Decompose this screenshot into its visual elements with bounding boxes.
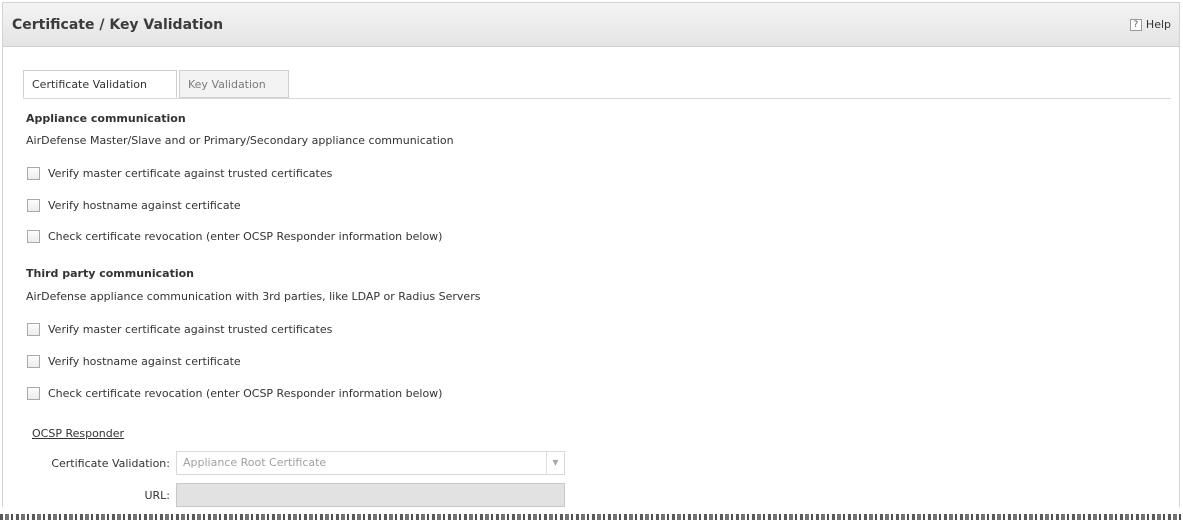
appliance-verify-hostname-checkbox[interactable] [27, 199, 40, 212]
tab-key-validation[interactable]: Key Validation [179, 70, 289, 98]
third-party-check-revocation-option[interactable]: Check certificate revocation (enter OCSP… [27, 387, 442, 400]
third-party-verify-master-checkbox[interactable] [27, 323, 40, 336]
appliance-check-revocation-label: Check certificate revocation (enter OCSP… [48, 230, 443, 243]
appliance-verify-master-label: Verify master certificate against truste… [48, 167, 333, 180]
certificate-validation-label: Certificate Validation: [51, 457, 170, 470]
url-label: URL: [144, 489, 170, 502]
third-party-check-revocation-label: Check certificate revocation (enter OCSP… [48, 387, 443, 400]
appliance-check-revocation-checkbox[interactable] [27, 230, 40, 243]
help-icon: ? [1129, 18, 1142, 31]
third-party-check-revocation-checkbox[interactable] [27, 387, 40, 400]
ocsp-responder-link[interactable]: OCSP Responder [32, 427, 124, 440]
url-input[interactable] [176, 483, 565, 507]
third-party-verify-hostname-label: Verify hostname against certificate [48, 355, 241, 368]
help-label: Help [1145, 18, 1171, 31]
tab-certificate-validation[interactable]: Certificate Validation [23, 70, 177, 98]
clipped-content-strip [0, 510, 1183, 521]
third-party-verify-master-option[interactable]: Verify master certificate against truste… [27, 323, 332, 336]
third-party-verify-hostname-option[interactable]: Verify hostname against certificate [27, 355, 241, 368]
chevron-down-icon[interactable]: ▼ [546, 452, 564, 474]
page-title: Certificate / Key Validation [12, 16, 224, 33]
appliance-section-description: AirDefense Master/Slave and or Primary/S… [26, 134, 454, 147]
third-party-section-description: AirDefense appliance communication with … [26, 290, 481, 303]
certificate-validation-select[interactable]: Appliance Root Certificate ▼ [176, 451, 565, 475]
appliance-section-title: Appliance communication [26, 112, 186, 125]
appliance-verify-hostname-label: Verify hostname against certificate [48, 199, 241, 212]
third-party-section-title: Third party communication [26, 267, 195, 280]
certificate-validation-value: Appliance Root Certificate [183, 456, 327, 469]
appliance-verify-master-option[interactable]: Verify master certificate against truste… [27, 167, 332, 180]
panel-titlebar: Certificate / Key Validation ? Help [3, 3, 1179, 47]
appliance-check-revocation-option[interactable]: Check certificate revocation (enter OCSP… [27, 230, 442, 243]
third-party-verify-hostname-checkbox[interactable] [27, 355, 40, 368]
tab-bar: Certificate Validation Key Validation [23, 70, 1171, 99]
appliance-verify-master-checkbox[interactable] [27, 167, 40, 180]
third-party-verify-master-label: Verify master certificate against truste… [48, 323, 333, 336]
help-button[interactable]: ? Help [1129, 18, 1171, 31]
appliance-verify-hostname-option[interactable]: Verify hostname against certificate [27, 199, 241, 212]
